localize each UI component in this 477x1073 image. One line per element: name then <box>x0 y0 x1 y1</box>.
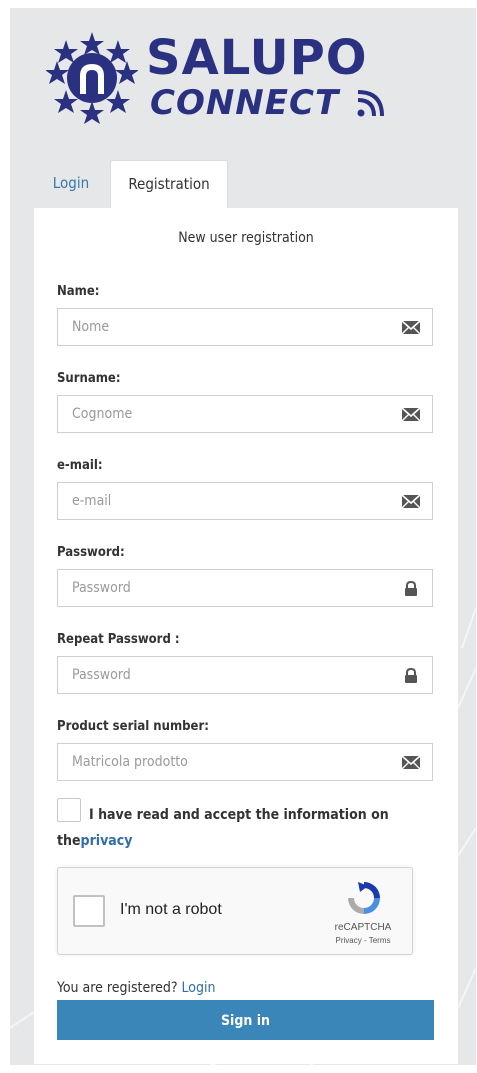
serial-number-label: Product serial number: <box>57 719 209 734</box>
password-label: Password: <box>57 545 125 560</box>
repeat-password-input[interactable] <box>58 657 392 693</box>
envelope-icon <box>402 755 420 770</box>
surname-label: Surname: <box>57 371 121 386</box>
recaptcha-label: I'm not a robot <box>120 901 222 918</box>
registered-prompt: You are registered? <box>57 980 178 996</box>
email-label: e-mail: <box>57 458 103 473</box>
logo-subtitle: CONNECT <box>150 83 340 123</box>
logo-emblem-icon <box>46 32 138 124</box>
serial-number-input[interactable] <box>58 744 392 780</box>
envelope-icon <box>402 407 420 422</box>
lock-icon <box>405 581 417 596</box>
recaptcha-privacy-terms[interactable]: Privacy - Terms <box>320 936 406 945</box>
password-input[interactable] <box>58 570 392 606</box>
salupo-logo: SALUPO CONNECT <box>46 28 386 138</box>
name-label: Name: <box>57 284 100 299</box>
surname-input[interactable] <box>58 396 392 432</box>
sign-in-button[interactable]: Sign in <box>57 1000 434 1040</box>
wifi-icon <box>357 90 384 117</box>
login-link[interactable]: Login <box>182 980 216 996</box>
already-registered-text: You are registered? Login <box>57 980 216 996</box>
recaptcha-checkbox[interactable] <box>73 895 105 927</box>
envelope-icon <box>402 494 420 509</box>
envelope-icon <box>402 320 420 335</box>
repeat-password-label: Repeat Password : <box>57 632 180 647</box>
tab-registration[interactable]: Registration <box>110 160 228 211</box>
repeat-password-field-wrapper <box>57 656 433 694</box>
panel-title: New user registration <box>178 230 314 246</box>
tab-login[interactable]: Login <box>34 160 108 208</box>
recaptcha-brand: reCAPTCHA <box>334 922 392 933</box>
page-background: SALUPO CONNECT Login Registration New us… <box>10 8 476 1065</box>
email-field-wrapper <box>57 482 433 520</box>
surname-field-wrapper <box>57 395 433 433</box>
privacy-consent-text: I have read and accept the information o… <box>57 802 437 854</box>
name-input[interactable] <box>58 309 392 345</box>
email-input[interactable] <box>58 483 392 519</box>
registration-panel: New user registration Name: Surname: e-m… <box>34 208 458 1064</box>
name-field-wrapper <box>57 308 433 346</box>
recaptcha-widget: I'm not a robot reCAPTCHA Privacy - Term… <box>57 867 413 955</box>
auth-tabs: Login Registration <box>34 160 454 211</box>
privacy-link[interactable]: privacy <box>81 833 133 849</box>
serial-number-field-wrapper <box>57 743 433 781</box>
password-field-wrapper <box>57 569 433 607</box>
logo-title: SALUPO <box>146 30 368 86</box>
recaptcha-logo-icon <box>348 882 380 914</box>
lock-icon <box>405 668 417 683</box>
